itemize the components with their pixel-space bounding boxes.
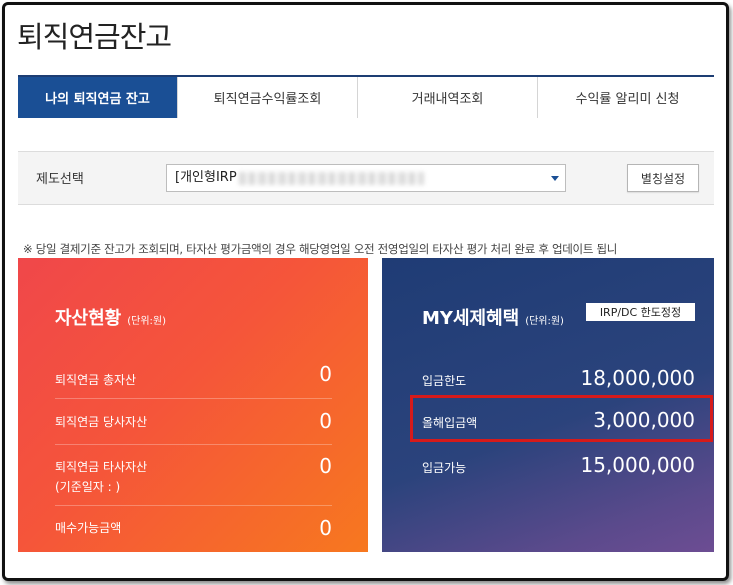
balance-notice: ※ 당일 결제기준 잔고가 조회되며, 타자산 평가금액의 경우 해당영업일 오… (23, 242, 618, 256)
asset-card-title: 자산현황 (단위:원) (55, 308, 167, 329)
asset-row-sublabel: (기준일자 : ) (55, 480, 121, 494)
tax-row-label: 입금한도 (422, 374, 467, 388)
asset-row-label: 퇴직연금 타사자산 (55, 460, 148, 474)
asset-row-buyable: 매수가능금액 0 (55, 506, 332, 552)
asset-row-value: 0 (319, 454, 332, 478)
asset-row-own: 퇴직연금 당사자산 0 (55, 399, 332, 445)
asset-row-value: 0 (319, 409, 332, 433)
highlight-box (410, 395, 713, 442)
asset-row-label: 퇴직연금 총자산 (55, 373, 137, 387)
chevron-down-icon (551, 176, 559, 181)
tab-my-pension-balance[interactable]: 나의 퇴직연금 잔고 (18, 77, 178, 118)
asset-status-card: 자산현황 (단위:원) 퇴직연금 총자산 0 퇴직연금 당사자산 0 퇴직연금 타… (18, 258, 368, 552)
asset-row-other: 퇴직연금 타사자산 (기준일자 : ) 0 (55, 445, 332, 506)
redacted-account-blur (239, 172, 424, 185)
tab-bar: 나의 퇴직연금 잔고 퇴직연금수익률조회 거래내역조회 수익률 알리미 신청 (18, 75, 714, 118)
asset-row-value: 0 (319, 516, 332, 540)
asset-row-label: 퇴직연금 당사자산 (55, 415, 148, 429)
tab-return-alert-signup[interactable]: 수익률 알리미 신청 (538, 77, 714, 118)
tax-row-value: 15,000,000 (580, 453, 695, 477)
screenshot-frame: 퇴직연금잔고 나의 퇴직연금 잔고 퇴직연금수익률조회 거래내역조회 수익률 알… (0, 0, 733, 585)
alias-settings-button[interactable]: 별칭설정 (627, 164, 699, 192)
tab-transaction-history[interactable]: 거래내역조회 (358, 77, 538, 118)
tax-row-label: 입금가능 (422, 461, 467, 475)
tax-row-value: 18,000,000 (580, 366, 695, 390)
plan-selector-row: 제도선택 [개인형IRP 별칭설정 (18, 151, 714, 205)
plan-selector-label: 제도선택 (36, 172, 84, 187)
page-content: 퇴직연금잔고 나의 퇴직연금 잔고 퇴직연금수익률조회 거래내역조회 수익률 알… (5, 5, 714, 573)
asset-row-value: 0 (319, 362, 332, 386)
tax-unit: (단위:원) (525, 316, 564, 327)
plan-select-value: [개인형IRP (175, 170, 237, 185)
asset-row-label: 매수가능금액 (55, 521, 122, 535)
plan-select[interactable]: [개인형IRP (166, 164, 566, 192)
tax-card-title: MY세제혜택 (단위:원) (422, 308, 564, 329)
limit-adjust-button[interactable]: IRP/DC 한도정정 (586, 303, 695, 321)
asset-unit: (단위:원) (127, 316, 167, 327)
tab-pension-return-inquiry[interactable]: 퇴직연금수익률조회 (178, 77, 358, 118)
page-title: 퇴직연금잔고 (17, 20, 172, 54)
asset-row-total: 퇴직연금 총자산 0 (55, 353, 332, 399)
